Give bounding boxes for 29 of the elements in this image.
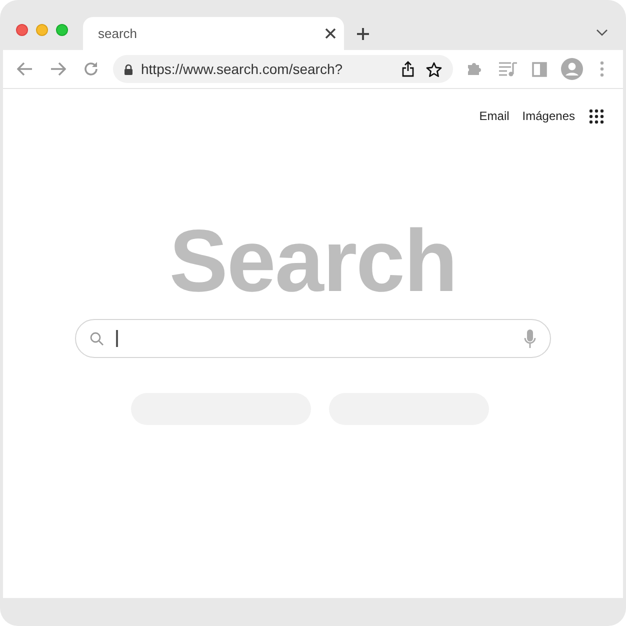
tab-title: search: [98, 24, 138, 43]
maximize-button[interactable]: [56, 24, 68, 36]
close-icon[interactable]: [325, 28, 336, 39]
close-button[interactable]: [16, 24, 28, 36]
lock-icon: [124, 64, 133, 74]
profile-icon[interactable]: [561, 58, 583, 80]
browser-tab[interactable]: search: [83, 17, 344, 50]
puzzle-icon[interactable]: [466, 61, 482, 77]
header-link[interactable]: Email: [479, 107, 510, 125]
microphone-icon[interactable]: [524, 328, 536, 348]
share-icon[interactable]: [402, 61, 414, 77]
star-icon[interactable]: [426, 62, 442, 76]
new-tab-icon[interactable]: [356, 27, 370, 41]
chevron-down-icon[interactable]: [596, 29, 608, 36]
forward-icon[interactable]: [50, 62, 66, 76]
search-field[interactable]: [75, 319, 551, 358]
search-icon: [90, 332, 104, 346]
url-text: https://www.search.com/search?: [141, 60, 343, 79]
address-bar[interactable]: https://www.search.com/search?: [113, 55, 453, 83]
minimize-button[interactable]: [36, 24, 48, 36]
text-caret: [116, 330, 118, 347]
header-link[interactable]: Imágenes: [522, 107, 575, 125]
back-icon[interactable]: [17, 62, 33, 76]
reload-icon[interactable]: [83, 61, 99, 77]
side-panel-icon[interactable]: [532, 62, 547, 76]
logo: Search: [169, 216, 457, 306]
media-queue-icon[interactable]: [498, 61, 518, 77]
menu-icon[interactable]: [600, 61, 604, 77]
apps-grid-icon[interactable]: [589, 108, 604, 124]
